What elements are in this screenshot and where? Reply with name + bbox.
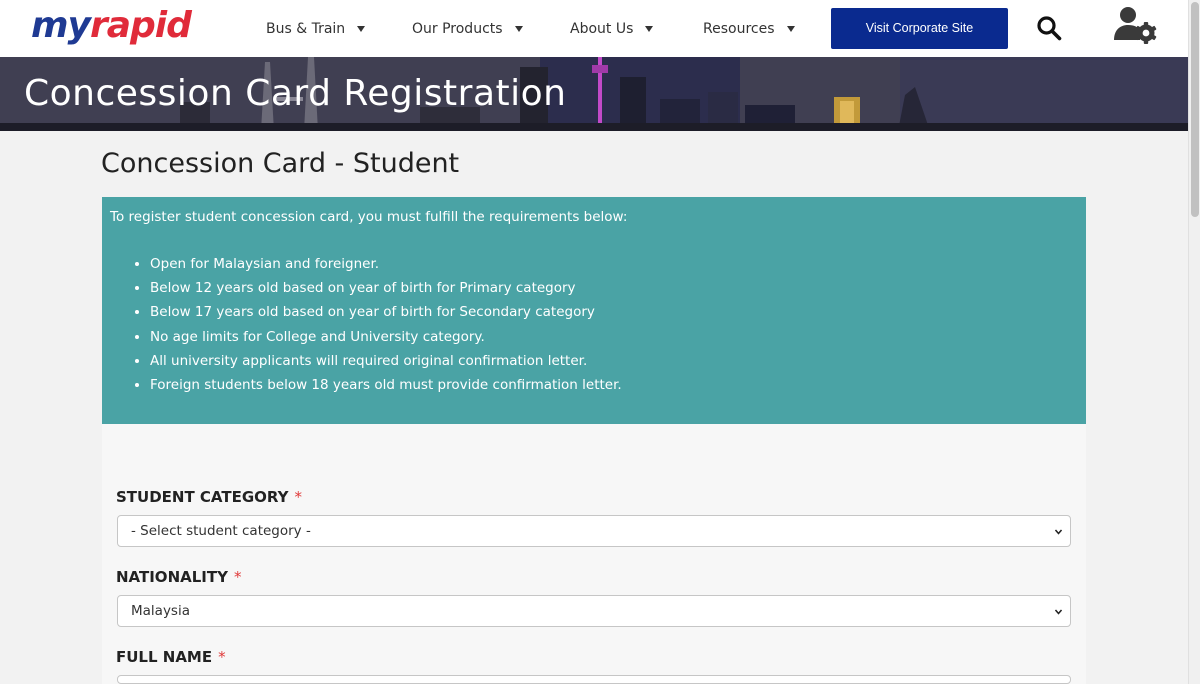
user-settings-icon[interactable] (1112, 6, 1158, 44)
label-text: FULL NAME (116, 648, 213, 666)
requirement-item: All university applicants will required … (150, 349, 622, 373)
logo-part-rapid: rapid (89, 5, 192, 46)
page-scrollbar[interactable] (1188, 0, 1200, 684)
nationality-select[interactable]: Malaysia (117, 595, 1071, 627)
full-name-label: FULL NAME * (116, 647, 226, 667)
select-value: - Select student category - (131, 523, 311, 539)
label-text: STUDENT CATEGORY (116, 488, 289, 506)
page-banner: Concession Card Registration (0, 57, 1188, 131)
site-header: myrapid Bus & Train Our Products About U… (0, 0, 1188, 57)
required-mark: * (218, 648, 226, 666)
nav-bus-train[interactable]: Bus & Train (266, 18, 366, 40)
requirements-info-box: To register student concession card, you… (102, 197, 1086, 424)
scrollbar-thumb[interactable] (1191, 2, 1199, 217)
requirement-item: Below 12 years old based on year of birt… (150, 276, 622, 300)
required-mark: * (294, 488, 303, 506)
nav-label: About Us (570, 21, 634, 37)
myrapid-logo[interactable]: myrapid (31, 5, 192, 46)
chevron-down-icon (514, 26, 523, 32)
requirements-list: Open for Malaysian and foreigner. Below … (150, 252, 622, 397)
requirement-item: Foreign students below 18 years old must… (150, 373, 622, 397)
requirement-item: No age limits for College and University… (150, 325, 622, 349)
chevron-down-icon (1055, 529, 1062, 535)
student-category-select[interactable]: - Select student category - (117, 515, 1071, 547)
select-value: Malaysia (131, 603, 190, 619)
search-icon[interactable] (1036, 15, 1062, 41)
nationality-label: NATIONALITY * (116, 567, 241, 587)
student-category-label: STUDENT CATEGORY * (116, 487, 302, 507)
requirements-intro: To register student concession card, you… (110, 209, 628, 225)
nav-resources[interactable]: Resources (703, 18, 795, 40)
page-title: Concession Card - Student (101, 148, 460, 179)
full-name-input[interactable] (117, 675, 1071, 684)
chevron-down-icon (1055, 609, 1062, 615)
banner-title: Concession Card Registration (24, 73, 567, 114)
nav-about-us[interactable]: About Us (570, 18, 654, 40)
nav-label: Resources (703, 21, 775, 37)
chevron-down-icon (645, 26, 654, 32)
registration-form (102, 424, 1086, 684)
nav-label: Bus & Train (266, 21, 346, 37)
visit-corporate-site-button[interactable]: Visit Corporate Site (831, 8, 1008, 49)
label-text: NATIONALITY (116, 568, 228, 586)
nav-label: Our Products (412, 21, 503, 37)
requirement-item: Open for Malaysian and foreigner. (150, 252, 622, 276)
requirement-item: Below 17 years old based on year of birt… (150, 300, 622, 324)
required-mark: * (233, 568, 242, 586)
nav-our-products[interactable]: Our Products (412, 18, 523, 40)
chevron-down-icon (357, 26, 366, 32)
chevron-down-icon (786, 26, 795, 32)
logo-part-my: my (31, 5, 91, 46)
